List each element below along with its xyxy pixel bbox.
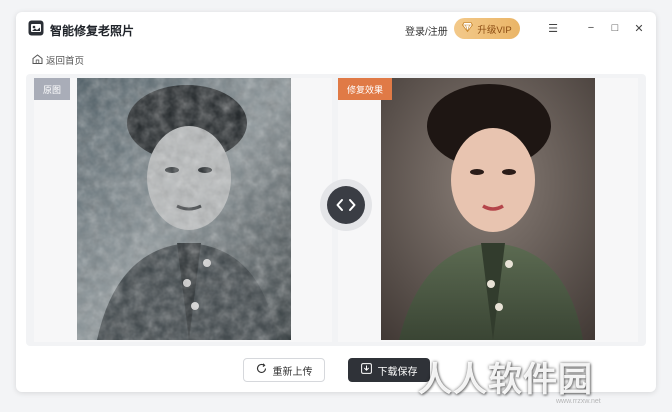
vip-label: 升级VIP — [477, 24, 512, 36]
upgrade-vip-button[interactable]: 升级VIP — [454, 18, 520, 39]
restored-panel: 修复效果 — [338, 78, 638, 342]
app-title: 智能修复老照片 — [50, 24, 135, 38]
login-register-link[interactable]: 登录/注册 — [405, 23, 448, 38]
restored-tag: 修复效果 — [338, 78, 393, 100]
maximize-icon[interactable]: □ — [608, 21, 622, 35]
restored-photo — [381, 78, 595, 340]
original-photo — [77, 78, 291, 340]
reupload-label: 重新上传 — [272, 366, 313, 378]
back-home-label: 返回首页 — [46, 56, 85, 67]
reupload-button[interactable]: 重新上传 — [243, 358, 325, 382]
original-tag: 原图 — [34, 78, 71, 100]
swap-arrows-icon — [327, 186, 365, 224]
comparison-area: 原图 修复效果 — [26, 74, 646, 346]
home-icon — [32, 53, 43, 67]
back-home-link[interactable]: 返回首页 — [32, 53, 84, 67]
app-logo-icon — [28, 20, 44, 36]
close-icon[interactable]: ✕ — [632, 21, 646, 35]
watermark-text: 人人软件园 — [418, 361, 593, 399]
download-icon — [360, 363, 372, 377]
refresh-icon — [256, 363, 267, 377]
menu-icon[interactable]: ☰ — [546, 21, 560, 35]
breadcrumb: 返回首页 — [16, 46, 656, 74]
app-window: 智能修复老照片 登录/注册 升级VIP ☰ − □ ✕ 返回首页 原图 修复效果… — [16, 12, 656, 392]
download-label: 下载保存 — [377, 366, 418, 378]
original-panel: 原图 — [34, 78, 332, 342]
compare-swap-button[interactable] — [320, 179, 372, 231]
watermark-url: www.rrzxw.net — [556, 398, 601, 405]
title-bar: 智能修复老照片 登录/注册 升级VIP ☰ − □ ✕ — [16, 12, 656, 46]
minimize-icon[interactable]: − — [584, 21, 598, 35]
vip-diamond-icon — [462, 22, 474, 35]
